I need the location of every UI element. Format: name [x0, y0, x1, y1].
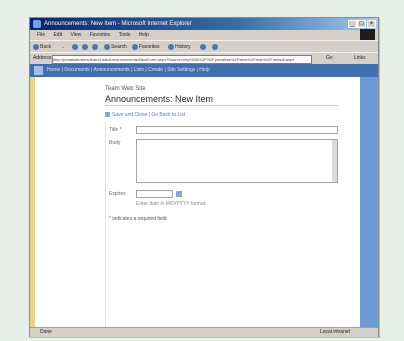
- history-icon: [168, 43, 174, 50]
- back-arrow-icon: [33, 43, 39, 50]
- expires-label: Expires: [109, 191, 126, 197]
- ie-icon: [33, 20, 41, 28]
- home-icon: [92, 43, 98, 50]
- save-icon: [105, 112, 110, 118]
- browser-window: Announcements: New Item - Microsoft Inte…: [29, 17, 379, 337]
- body-textarea[interactable]: [136, 139, 338, 183]
- required-note: * indicates a required field: [109, 216, 167, 222]
- menu-tools[interactable]: Tools: [119, 32, 131, 38]
- menu-edit[interactable]: Edit: [53, 32, 62, 38]
- expires-date-input[interactable]: [136, 190, 173, 198]
- sharepoint-nav-bar: Home | Documents | Announcements | Lists…: [30, 64, 378, 77]
- nav-links[interactable]: Home | Documents | Announcements | Lists…: [47, 64, 210, 77]
- print-icon: [212, 43, 218, 50]
- minimize-button[interactable]: _: [348, 20, 357, 28]
- title-label: Title *: [109, 127, 122, 133]
- address-label: Address: [33, 55, 52, 61]
- menu-favorites[interactable]: Favorites: [90, 32, 111, 38]
- refresh-icon: [82, 43, 88, 50]
- title-bar: Announcements: New Item - Microsoft Inte…: [30, 18, 378, 30]
- body-label: Body: [109, 140, 121, 146]
- close-button[interactable]: ×: [367, 20, 376, 28]
- mail-icon: [200, 43, 206, 50]
- search-icon: [104, 43, 110, 50]
- status-bar: Done Local intranet: [30, 327, 378, 337]
- zone-text: Local intranet: [320, 329, 351, 335]
- address-bar: Address http://portalsite/sites/team/Lis…: [30, 52, 378, 64]
- go-button[interactable]: Go: [326, 53, 333, 64]
- address-input[interactable]: http://portalsite/sites/team/Lists/Annou…: [52, 55, 312, 64]
- menu-view[interactable]: View: [70, 32, 81, 38]
- status-text: Done: [40, 329, 52, 335]
- calendar-icon[interactable]: [176, 191, 182, 197]
- title-divider: [105, 105, 338, 106]
- title-input[interactable]: [136, 126, 338, 134]
- expires-hint: Enter date in M/D/YYYY format.: [136, 201, 207, 207]
- page-title: Announcements: New Item: [105, 94, 214, 104]
- window-title: Announcements: New Item - Microsoft Inte…: [44, 21, 192, 27]
- stop-icon: [72, 43, 78, 50]
- maximize-button[interactable]: □: [357, 20, 366, 28]
- card-panel: Announcements: New Item - Microsoft Inte…: [0, 0, 404, 341]
- links-button[interactable]: Links: [354, 53, 366, 64]
- sharepoint-logo-icon: [34, 66, 43, 75]
- site-title: Team Web Site: [105, 86, 146, 92]
- form-toolbar[interactable]: Save and Close | Go Back to List: [105, 112, 185, 118]
- body-scrollbar[interactable]: [332, 140, 337, 182]
- favorites-icon: [132, 43, 138, 50]
- right-stripe: [360, 77, 378, 327]
- new-item-form: Title * Body Expires Enter date in M/D/Y…: [105, 122, 339, 327]
- menu-help[interactable]: Help: [139, 32, 149, 38]
- page-content: Home | Documents | Announcements | Lists…: [30, 64, 378, 327]
- menu-file[interactable]: File: [37, 32, 45, 38]
- menu-bar: File Edit View Favorites Tools Help: [30, 29, 378, 41]
- main-area: Team Web Site Announcements: New Item Sa…: [35, 77, 360, 327]
